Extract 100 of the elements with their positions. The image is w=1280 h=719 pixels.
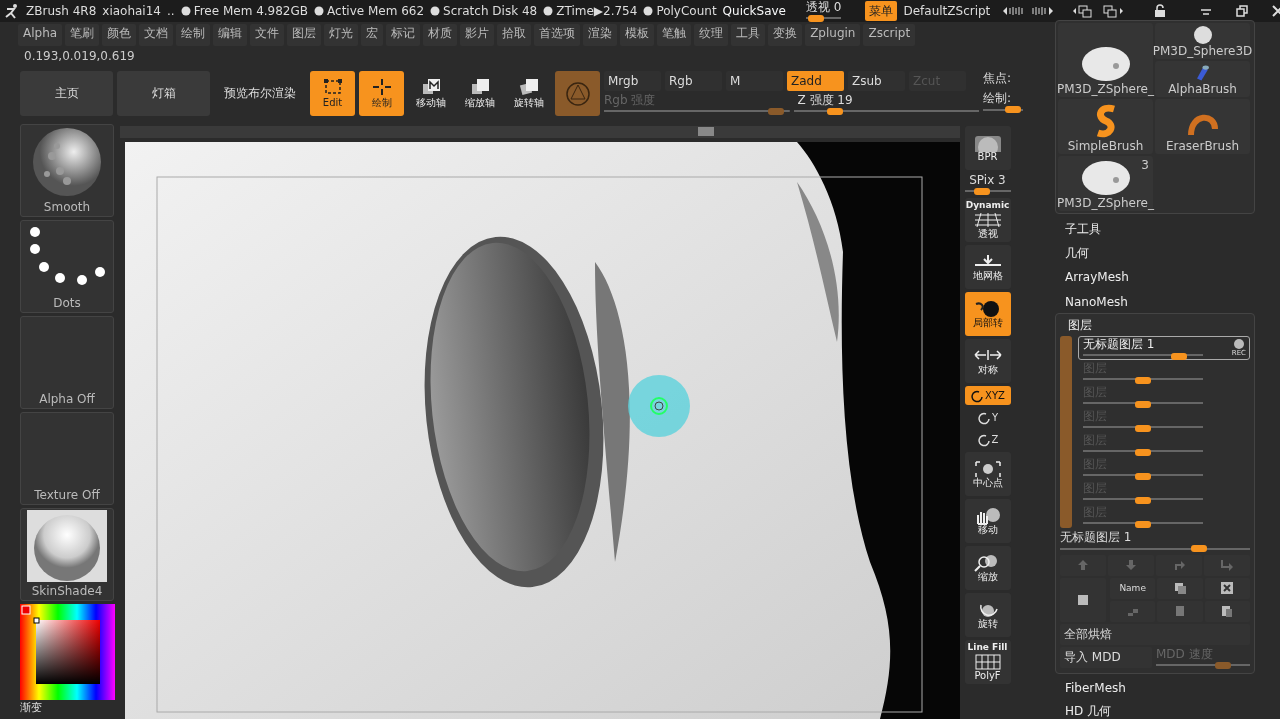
layer-scrollbar[interactable] bbox=[1060, 336, 1072, 529]
toolbar-button[interactable]: 预览布尔渲染 bbox=[214, 71, 306, 116]
shelf-button[interactable]: 缩放 bbox=[964, 546, 1011, 591]
menu-item[interactable]: 变换 bbox=[768, 24, 803, 46]
palette-slot[interactable]: Texture Off bbox=[20, 412, 114, 505]
toolbar-button[interactable]: 灯箱 bbox=[117, 71, 210, 116]
menu-item[interactable]: 渲染 bbox=[583, 24, 618, 46]
mode-button[interactable]: 移动轴 bbox=[408, 71, 453, 116]
shelf-button[interactable]: 移动 bbox=[964, 499, 1011, 544]
shelf-button[interactable]: 地网格 bbox=[964, 245, 1011, 290]
mode-button[interactable]: 缩放轴 bbox=[457, 71, 502, 116]
windows-icon[interactable] bbox=[1072, 4, 1095, 18]
shelf-button[interactable]: 旋转 bbox=[964, 593, 1011, 638]
mode-button[interactable]: 旋转轴 bbox=[506, 71, 551, 116]
panel-section[interactable]: NanoMesh bbox=[1055, 288, 1255, 311]
menu-item[interactable]: 文档 bbox=[139, 24, 174, 46]
draw-mode-toggle[interactable]: M bbox=[726, 71, 783, 91]
menu-item[interactable]: 模板 bbox=[620, 24, 655, 46]
layer-tool-button[interactable] bbox=[1157, 577, 1203, 599]
slider-thumb[interactable] bbox=[1135, 473, 1151, 481]
menu-item[interactable]: 灯光 bbox=[324, 24, 359, 46]
slider-track[interactable] bbox=[806, 14, 842, 23]
slider-thumb[interactable] bbox=[973, 187, 990, 195]
scroll-handle[interactable] bbox=[698, 127, 714, 136]
tool-slot[interactable]: AlphaBrush bbox=[1155, 61, 1250, 97]
layer-tool-button[interactable] bbox=[1204, 600, 1250, 622]
menu-item[interactable]: Zscript bbox=[863, 24, 916, 46]
palette-slot[interactable]: Dots bbox=[20, 220, 114, 313]
slider-thumb[interactable] bbox=[1135, 449, 1151, 457]
mode-button[interactable]: Edit bbox=[310, 71, 355, 116]
panel-section[interactable]: ArrayMesh bbox=[1055, 264, 1255, 287]
menu-item[interactable]: Zplugin bbox=[805, 24, 861, 46]
panel-section[interactable]: FiberMesh bbox=[1055, 676, 1255, 697]
import-button[interactable]: 导入 MDD bbox=[1060, 646, 1152, 668]
bake-button[interactable]: 全部烘焙 bbox=[1060, 623, 1250, 645]
slider-thumb[interactable] bbox=[807, 14, 824, 22]
color-picker[interactable] bbox=[20, 604, 115, 700]
axis-button[interactable]: Y bbox=[964, 408, 1011, 428]
windows-icon[interactable] bbox=[1102, 4, 1125, 18]
slider-thumb[interactable] bbox=[1135, 377, 1151, 385]
menu-item[interactable]: 颜色 bbox=[102, 24, 137, 46]
slider-thumb[interactable] bbox=[1004, 106, 1021, 114]
menu-item[interactable]: 首选项 bbox=[534, 24, 581, 46]
menu-item[interactable]: 笔触 bbox=[657, 24, 692, 46]
menu-item[interactable]: Alpha bbox=[18, 24, 63, 46]
menu-item[interactable]: 编辑 bbox=[213, 24, 248, 46]
menu-item[interactable]: 文件 bbox=[250, 24, 285, 46]
toolbar-button[interactable]: 主页 bbox=[20, 71, 113, 116]
slider-thumb[interactable] bbox=[1135, 425, 1151, 433]
slider-thumb[interactable] bbox=[1135, 521, 1151, 529]
slider-thumb[interactable] bbox=[1135, 401, 1151, 409]
name-button[interactable]: Name bbox=[1110, 577, 1156, 599]
mode-button[interactable]: 绘制 bbox=[359, 71, 404, 116]
tool-slot[interactable]: PM3D_Sphere3D bbox=[1155, 23, 1250, 59]
quicksave-button[interactable]: QuickSave bbox=[722, 2, 786, 20]
brush-cursor-icon bbox=[628, 375, 690, 437]
palette-slot[interactable]: Alpha Off bbox=[20, 316, 114, 409]
tool-slot[interactable]: SimpleBrush bbox=[1058, 99, 1153, 154]
menu-item[interactable]: 纹理 bbox=[694, 24, 729, 46]
tool-slot[interactable]: EraserBrush bbox=[1155, 99, 1250, 154]
sculpt-mode-toggle[interactable]: Zsub bbox=[848, 71, 905, 91]
axis-button[interactable]: Z bbox=[964, 430, 1011, 450]
shelf-button[interactable]: Line Fill PolyF bbox=[964, 640, 1011, 685]
menu-button[interactable]: 菜单 bbox=[865, 1, 898, 21]
layer-button[interactable] bbox=[1060, 577, 1106, 622]
menu-item[interactable]: 图层 bbox=[287, 24, 322, 46]
lock-icon[interactable] bbox=[1154, 4, 1167, 18]
menu-item[interactable]: 材质 bbox=[423, 24, 458, 46]
shelf-button[interactable]: BPR bbox=[964, 126, 1011, 170]
menu-item[interactable]: 标记 bbox=[386, 24, 421, 46]
panel-section[interactable]: HD 几何 bbox=[1055, 698, 1255, 719]
palette-slot[interactable]: Smooth bbox=[20, 124, 114, 217]
tool-slot[interactable]: 3 PM3D_ZSphere_ bbox=[1058, 156, 1153, 211]
menu-item[interactable]: 拾取 bbox=[497, 24, 532, 46]
sculpt-mode-toggle[interactable]: Zadd bbox=[787, 71, 844, 91]
menu-item[interactable]: 笔刷 bbox=[65, 24, 100, 46]
scroll-left-icon[interactable] bbox=[1002, 4, 1025, 18]
panel-section[interactable]: 几何 bbox=[1055, 240, 1255, 263]
draw-mode-toggle[interactable]: Rgb bbox=[665, 71, 722, 91]
slider-thumb[interactable] bbox=[1171, 353, 1188, 361]
menu-item[interactable]: 宏 bbox=[361, 24, 384, 46]
slider-thumb[interactable] bbox=[1135, 497, 1151, 505]
tool-slot[interactable]: PM3D_ZSphere_ bbox=[1058, 23, 1153, 97]
menu-item[interactable]: 工具 bbox=[731, 24, 766, 46]
palette-slot[interactable]: SkinShade4 bbox=[20, 508, 114, 601]
menu-item[interactable]: 影片 bbox=[460, 24, 495, 46]
axis-button[interactable]: XYZ bbox=[964, 386, 1011, 406]
shelf-button[interactable]: Dynamic 透视 bbox=[964, 198, 1011, 243]
draw-mode-toggle[interactable]: Mrgb bbox=[604, 71, 661, 91]
shelf-button[interactable]: 对称 bbox=[964, 339, 1011, 384]
panel-section[interactable]: 子工具 bbox=[1055, 216, 1255, 239]
layer-tool-button[interactable] bbox=[1157, 600, 1203, 622]
menu-item[interactable]: 绘制 bbox=[176, 24, 211, 46]
shelf-button[interactable]: 中心点 bbox=[964, 452, 1011, 497]
scroll-right-icon[interactable] bbox=[1032, 4, 1055, 18]
slider-thumb[interactable] bbox=[1190, 545, 1207, 553]
shelf-button[interactable]: 局部转 bbox=[964, 292, 1011, 337]
restore-icon[interactable] bbox=[1236, 5, 1249, 17]
layer-tool-button[interactable] bbox=[1204, 577, 1250, 599]
slider-thumb[interactable] bbox=[827, 107, 844, 115]
